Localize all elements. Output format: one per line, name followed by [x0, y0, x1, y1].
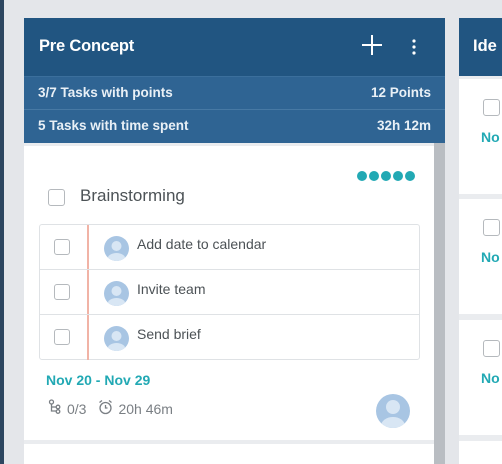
points-summary-row: 3/7 Tasks with points 12 Points	[24, 76, 445, 109]
task-card[interactable]	[459, 441, 502, 464]
subtask-row[interactable]: Send brief	[40, 315, 419, 360]
assignee-avatar[interactable]	[376, 394, 410, 428]
subtask-label: Send brief	[137, 326, 201, 342]
task-checkbox[interactable]	[48, 189, 65, 206]
scrollbar[interactable]	[434, 143, 445, 464]
time-spent: 20h 46m	[118, 400, 173, 417]
task-card[interactable]: No	[459, 79, 502, 194]
subtask-row[interactable]: Add date to calendar	[40, 225, 419, 270]
card-list: No No No	[459, 76, 502, 464]
priority-dot	[357, 171, 367, 181]
plus-icon[interactable]	[361, 32, 383, 58]
subtask-list: Add date to calendar Invite team Send br…	[39, 224, 420, 360]
subtask-checkbox[interactable]	[54, 239, 70, 255]
column-title: Ide	[473, 37, 497, 55]
task-date-range[interactable]: Nov 20 - Nov 29	[46, 372, 150, 388]
task-date-range: No	[481, 370, 500, 386]
column-pre-concept: Pre Concept 3/7 Tasks with points 12 Poi…	[24, 18, 445, 464]
points-total: 12 Points	[370, 85, 431, 100]
subtask-checkbox[interactable]	[54, 329, 70, 345]
priority-dots	[357, 171, 415, 181]
alarm-clock-icon	[98, 399, 113, 418]
card-list: Brainstorming Add date to calendar Invit…	[24, 143, 445, 464]
task-date-range: No	[481, 249, 500, 265]
user-avatar[interactable]	[104, 236, 129, 261]
task-meta: 0/3 20h 46m	[48, 399, 185, 418]
task-checkbox[interactable]	[483, 340, 500, 357]
task-checkbox[interactable]	[483, 99, 500, 116]
priority-dot	[393, 171, 403, 181]
column-next: Ide No No No	[459, 18, 502, 464]
subtask-divider	[87, 225, 89, 269]
points-summary-label: 3/7 Tasks with points	[38, 85, 173, 100]
left-edge-panel	[0, 0, 4, 464]
priority-dot	[369, 171, 379, 181]
subtask-tree-icon	[48, 399, 62, 418]
vertical-dots-icon[interactable]	[407, 34, 421, 60]
subtask-divider	[87, 270, 89, 314]
column-title: Pre Concept	[39, 37, 134, 55]
task-card[interactable]: No	[459, 320, 502, 435]
subtask-divider	[87, 315, 89, 360]
time-total: 32h 12m	[376, 118, 431, 133]
task-card[interactable]: Brainstorming Add date to calendar Invit…	[24, 146, 434, 440]
user-avatar[interactable]	[104, 281, 129, 306]
task-card[interactable]	[24, 444, 434, 464]
task-date-range: No	[481, 129, 500, 145]
priority-dot	[405, 171, 415, 181]
subtask-row[interactable]: Invite team	[40, 270, 419, 315]
time-summary-row: 5 Tasks with time spent 32h 12m	[24, 109, 445, 143]
subtask-label: Invite team	[137, 281, 206, 297]
task-title[interactable]: Brainstorming	[80, 186, 185, 206]
column-header: Ide	[459, 18, 502, 76]
priority-dot	[381, 171, 391, 181]
column-header: Pre Concept	[24, 18, 445, 76]
task-card[interactable]: No	[459, 199, 502, 314]
subtask-label: Add date to calendar	[137, 236, 267, 252]
subtask-count: 0/3	[67, 400, 87, 417]
task-checkbox[interactable]	[483, 219, 500, 236]
subtask-checkbox[interactable]	[54, 284, 70, 300]
user-avatar[interactable]	[104, 326, 129, 351]
time-summary-label: 5 Tasks with time spent	[38, 118, 189, 133]
